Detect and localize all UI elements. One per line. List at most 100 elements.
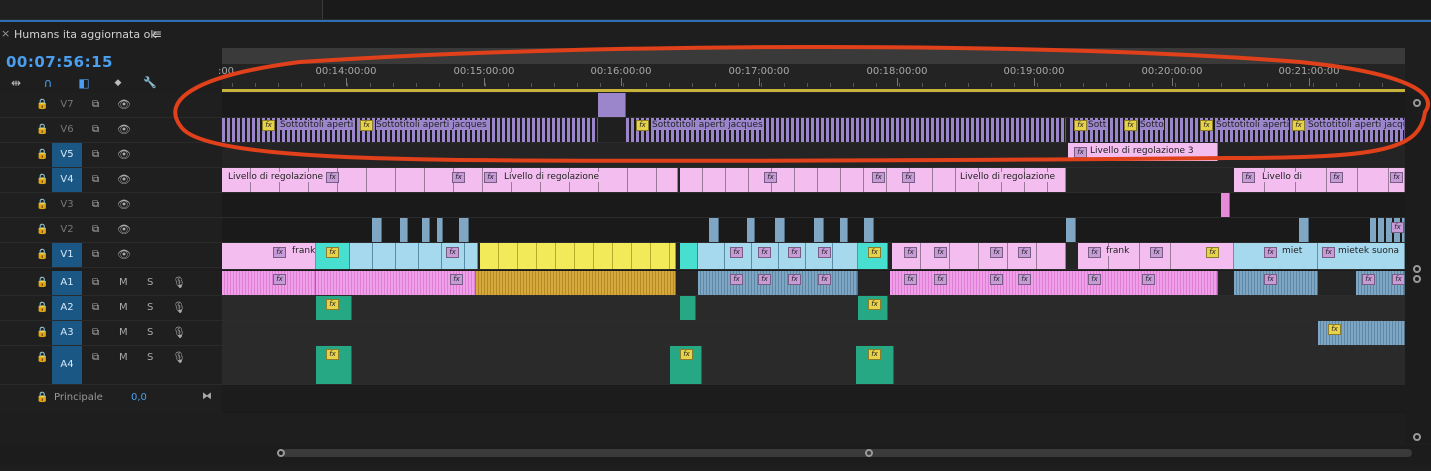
mute-button[interactable]: M: [119, 302, 128, 313]
audio-clip[interactable]: fx: [1318, 321, 1405, 345]
adjustment-layer-clip[interactable]: fx fx fx Livello di regolazione: [680, 168, 1066, 192]
sync-lock-icon[interactable]: ⧉: [92, 224, 99, 235]
add-marker-icon[interactable]: ◆: [110, 75, 126, 91]
solo-button[interactable]: S: [147, 302, 153, 313]
lock-icon[interactable]: 🔒: [36, 124, 48, 135]
video-clip[interactable]: [400, 218, 408, 242]
eye-icon[interactable]: 👁: [117, 173, 131, 186]
scroll-handle[interactable]: [1413, 433, 1421, 441]
lock-icon[interactable]: 🔒: [36, 327, 48, 338]
lock-icon[interactable]: 🔒: [36, 249, 48, 260]
audio-clip[interactable]: fx: [316, 271, 476, 295]
lock-icon[interactable]: 🔒: [36, 149, 48, 160]
audio-clip[interactable]: fx: [316, 296, 352, 320]
lock-icon[interactable]: 🔒: [36, 224, 48, 235]
wrench-settings-icon[interactable]: 🔧: [142, 75, 158, 91]
audio-clip[interactable]: fx fx: [1356, 271, 1405, 295]
video-clip[interactable]: [480, 243, 676, 269]
audio-clip[interactable]: fx: [222, 271, 316, 295]
work-area-bar[interactable]: [222, 89, 1405, 92]
lane-a3[interactable]: fx: [222, 321, 1405, 346]
master-volume-value[interactable]: 0,0: [131, 392, 147, 403]
lane-v6[interactable]: fx Sottotitoli aperti fx Sottotitoli ape…: [222, 118, 1405, 143]
microphone-icon[interactable]: 🎙: [172, 276, 186, 289]
track-label-v4[interactable]: V4: [52, 168, 82, 192]
video-clip[interactable]: fx: [1370, 218, 1405, 242]
track-label-v1[interactable]: V1: [52, 243, 82, 267]
audio-clip[interactable]: fx: [858, 296, 888, 320]
microphone-icon[interactable]: 🎙: [172, 326, 186, 339]
sync-lock-icon[interactable]: ⧉: [92, 199, 99, 210]
scroll-handle[interactable]: [1413, 275, 1421, 283]
microphone-icon[interactable]: 🎙: [172, 301, 186, 314]
close-icon[interactable]: ×: [1, 27, 10, 40]
video-clip[interactable]: [437, 218, 443, 242]
lane-a4[interactable]: fx fx fx: [222, 346, 1405, 385]
sync-lock-icon[interactable]: ⧉: [92, 302, 99, 313]
linked-selection-icon[interactable]: ◧: [76, 75, 92, 91]
eye-icon[interactable]: 👁: [117, 198, 131, 211]
video-clip[interactable]: [709, 218, 719, 242]
video-clip[interactable]: [422, 218, 430, 242]
track-label-a1[interactable]: A1: [52, 271, 82, 295]
track-label-a3[interactable]: A3: [52, 321, 82, 345]
video-clip[interactable]: fx: [1198, 243, 1234, 269]
eye-icon[interactable]: 👁: [117, 123, 131, 136]
lane-a1[interactable]: fx fx fx fx fx fx fx fx fx fx fx fx fx f…: [222, 271, 1405, 296]
eye-icon[interactable]: 👁: [117, 248, 131, 261]
sync-lock-icon[interactable]: ⧉: [92, 149, 99, 160]
video-clip[interactable]: [840, 218, 848, 242]
adjustment-layer-clip[interactable]: Livello di regolazione fx fx fx Livello …: [222, 168, 678, 192]
lock-icon[interactable]: 🔒: [36, 392, 48, 403]
video-clip[interactable]: [1299, 218, 1309, 242]
caption-clip[interactable]: [598, 93, 626, 117]
lane-v3[interactable]: [222, 193, 1405, 218]
video-clip[interactable]: [1066, 218, 1076, 242]
video-clip[interactable]: fx: [858, 243, 888, 269]
sync-lock-icon[interactable]: ⧉: [92, 352, 99, 363]
sync-lock-icon[interactable]: ⧉: [92, 124, 99, 135]
audio-clip[interactable]: [680, 296, 696, 320]
video-clip[interactable]: [775, 218, 785, 242]
caption-clip[interactable]: fx Sott fx Sotto fx Sottotitoli aperti f…: [1070, 118, 1405, 142]
track-label-v5[interactable]: V5: [52, 143, 82, 167]
eye-icon[interactable]: 👁: [117, 223, 131, 236]
video-clip[interactable]: fx fx fx fx: [698, 243, 858, 269]
audio-clip[interactable]: fx: [856, 346, 894, 384]
caption-clip[interactable]: fx Sottotitoli aperti fx Sottotitoli ape…: [222, 118, 598, 142]
video-clip[interactable]: [814, 218, 824, 242]
scroll-handle[interactable]: [277, 449, 285, 457]
track-label-v3[interactable]: V3: [52, 199, 82, 210]
track-label-v6[interactable]: V6: [52, 124, 82, 135]
video-clip[interactable]: fx miet: [1234, 243, 1318, 269]
lane-v4[interactable]: Livello di regolazione fx fx fx Livello …: [222, 168, 1405, 193]
track-label-v7[interactable]: V7: [52, 99, 82, 110]
video-clip[interactable]: [864, 218, 874, 242]
lane-v7[interactable]: [222, 93, 1405, 118]
vertical-scrollbar[interactable]: [1405, 93, 1431, 443]
timeline-tracks[interactable]: fx Sottotitoli aperti fx Sottotitoli ape…: [222, 93, 1405, 413]
video-clip[interactable]: fx: [350, 243, 478, 269]
mute-button[interactable]: M: [119, 352, 128, 363]
mute-button[interactable]: M: [119, 327, 128, 338]
audio-clip[interactable]: fx: [316, 346, 352, 384]
track-label-a2[interactable]: A2: [52, 296, 82, 320]
caption-clip[interactable]: fx Sottotitoli aperti jacques: [626, 118, 1066, 142]
track-label-a4[interactable]: A4: [52, 346, 82, 384]
video-clip[interactable]: [680, 243, 698, 269]
sync-lock-icon[interactable]: ⧉: [92, 327, 99, 338]
lock-icon[interactable]: 🔒: [36, 352, 48, 363]
audio-clip[interactable]: fx fx fx fx: [698, 271, 858, 295]
track-label-v2[interactable]: V2: [52, 224, 82, 235]
expand-tracks-icon[interactable]: ⧓: [202, 391, 212, 402]
video-clip[interactable]: [372, 218, 382, 242]
scroll-handle[interactable]: [865, 449, 873, 457]
video-clip[interactable]: fx frank: [222, 243, 316, 269]
sync-lock-icon[interactable]: ⧉: [92, 277, 99, 288]
sequence-tab-title[interactable]: Humans ita aggiornata ok: [14, 28, 157, 41]
insert-overwrite-icon[interactable]: ⇹: [8, 75, 24, 91]
solo-button[interactable]: S: [147, 277, 153, 288]
video-clip[interactable]: [1221, 193, 1230, 217]
panel-menu-icon[interactable]: ≡: [152, 27, 162, 41]
sync-lock-icon[interactable]: ⧉: [92, 99, 99, 110]
